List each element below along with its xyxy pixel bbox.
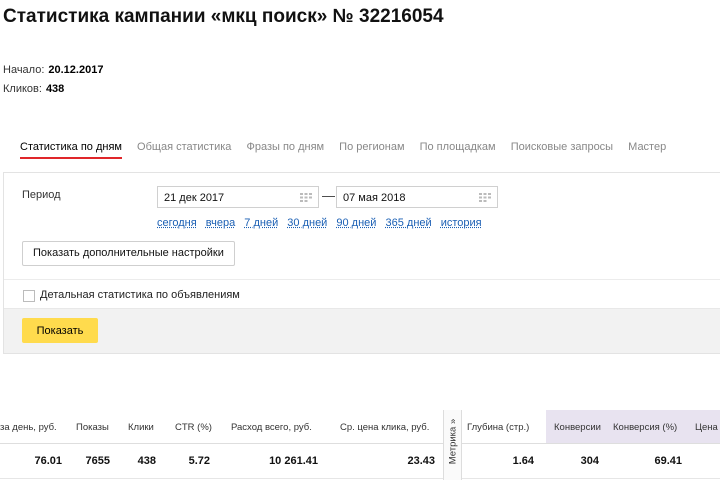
start-date-row: Начало: 20.12.2017: [3, 64, 103, 76]
clicks-label: Кликов:: [3, 83, 42, 95]
cell-avg-cpc: 23.43: [407, 455, 435, 467]
col-header-price[interactable]: Цена: [695, 422, 718, 433]
quick-ranges: сегодня вчера 7 дней 30 дней 90 дней 365…: [157, 217, 488, 229]
cell-total-cost: 10 261.41: [269, 455, 318, 467]
calendar-icon[interactable]: [479, 193, 491, 202]
detailed-stats-label[interactable]: Детальная статистика по объявлениям: [40, 289, 240, 301]
metrika-toggle[interactable]: Метрика »: [443, 410, 462, 480]
cell-impressions: 7655: [85, 455, 110, 467]
row-divider: [0, 478, 720, 479]
col-header-daily-budget[interactable]: за день, руб.: [0, 422, 57, 433]
col-header-depth[interactable]: Глубина (стр.): [467, 422, 529, 433]
date-from-value: 21 дек 2017: [164, 192, 225, 204]
tab-by-platform[interactable]: По площадкам: [420, 141, 496, 159]
date-from-input[interactable]: 21 дек 2017: [157, 186, 319, 208]
detailed-stats-row: Детальная статистика по объявлениям: [4, 279, 720, 310]
calendar-icon[interactable]: [300, 193, 312, 202]
period-label: Период: [22, 189, 61, 201]
start-value: 20.12.2017: [48, 64, 104, 76]
col-header-ctr[interactable]: CTR (%): [175, 422, 212, 433]
col-header-avg-cpc[interactable]: Ср. цена клика, руб.: [340, 422, 429, 433]
col-header-total-cost[interactable]: Расход всего, руб.: [231, 422, 312, 433]
cell-conversion-rate: 69.41: [654, 455, 682, 467]
detailed-stats-checkbox[interactable]: [23, 290, 35, 302]
page-title: Статистика кампании «мкц поиск» № 322160…: [3, 6, 444, 27]
filter-panel: Период 21 дек 2017 — 07 мая 2018 сегодня…: [3, 172, 720, 354]
start-label: Начало:: [3, 64, 45, 76]
col-header-conversion-rate[interactable]: Конверсия (%): [613, 422, 677, 433]
range-90-days-link[interactable]: 90 дней: [336, 217, 376, 229]
tab-by-region[interactable]: По регионам: [339, 141, 404, 159]
stats-table: за день, руб. Показы Клики CTR (%) Расхо…: [0, 410, 720, 480]
header-divider: [0, 443, 720, 444]
col-header-conversions[interactable]: Конверсии: [554, 422, 601, 433]
cell-daily-budget: 76.01: [34, 455, 62, 467]
stats-tabs: Статистика по дням Общая статистика Фраз…: [20, 141, 678, 163]
more-settings-button[interactable]: Показать дополнительные настройки: [22, 241, 235, 266]
range-7-days-link[interactable]: 7 дней: [244, 217, 278, 229]
show-button[interactable]: Показать: [22, 318, 98, 343]
cell-depth: 1.64: [512, 455, 534, 467]
date-to-input[interactable]: 07 мая 2018: [336, 186, 498, 208]
tab-search-queries[interactable]: Поисковые запросы: [511, 141, 613, 159]
tab-master[interactable]: Мастер: [628, 141, 666, 159]
clicks-value: 438: [45, 83, 65, 95]
date-range-dash: —: [322, 188, 335, 203]
clicks-row: Кликов: 438: [3, 83, 64, 95]
col-header-clicks[interactable]: Клики: [128, 422, 154, 433]
tab-general-stats[interactable]: Общая статистика: [137, 141, 231, 159]
range-today-link[interactable]: сегодня: [157, 217, 197, 229]
metrika-label: Метрика »: [447, 418, 459, 465]
col-header-impressions[interactable]: Показы: [76, 422, 109, 433]
date-to-value: 07 мая 2018: [343, 192, 406, 204]
filter-footer: Показать: [4, 308, 720, 353]
tab-daily-stats[interactable]: Статистика по дням: [20, 141, 122, 159]
range-history-link[interactable]: история: [441, 217, 482, 229]
range-365-days-link[interactable]: 365 дней: [386, 217, 432, 229]
cell-ctr: 5.72: [188, 455, 210, 467]
cell-clicks: 438: [137, 455, 156, 467]
tab-phrases-by-day[interactable]: Фразы по дням: [246, 141, 324, 159]
range-yesterday-link[interactable]: вчера: [206, 217, 235, 229]
range-30-days-link[interactable]: 30 дней: [287, 217, 327, 229]
cell-conversions: 304: [580, 455, 599, 467]
